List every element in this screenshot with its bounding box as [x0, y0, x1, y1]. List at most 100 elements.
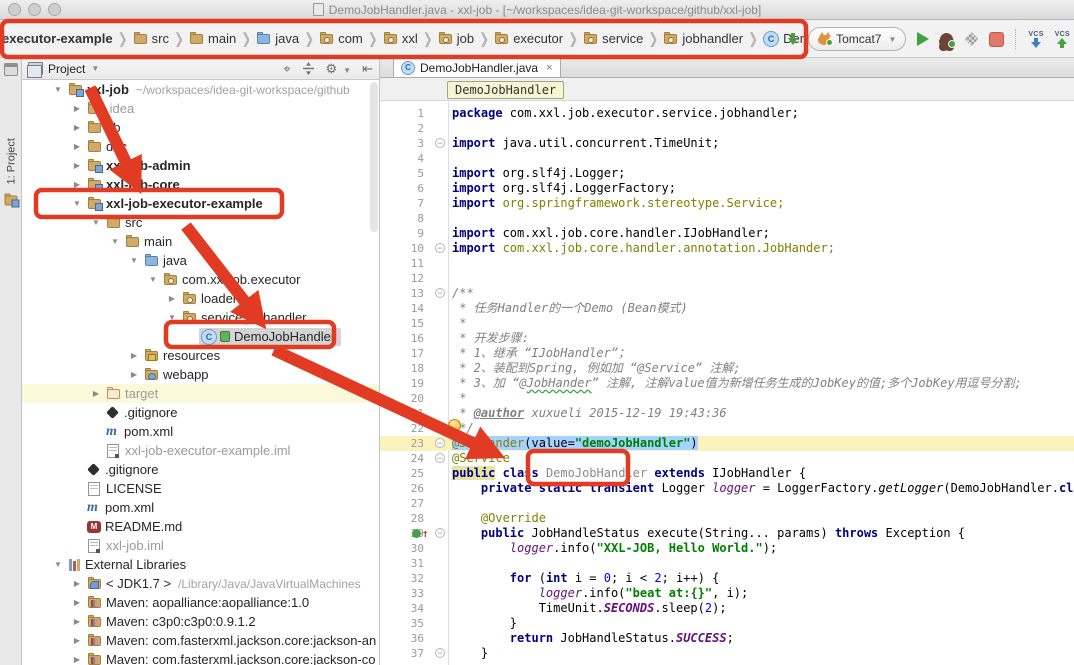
overriding-method-icon[interactable]: ↑ — [412, 527, 430, 540]
code-line-21[interactable]: 21 * @author xuxueli 2015-12-19 19:43:36 — [380, 406, 1074, 421]
tree-toggle-icon[interactable]: ▶ — [69, 579, 85, 588]
code-line-15[interactable]: 15 * — [380, 316, 1074, 331]
intention-bulb-icon[interactable] — [448, 419, 461, 432]
tree-toggle-icon[interactable]: ▶ — [69, 180, 85, 189]
code-line-4[interactable]: 4 — [380, 151, 1074, 166]
tree-toggle-icon[interactable]: ▼ — [50, 560, 66, 569]
chevron-down-icon[interactable]: ▼ — [91, 64, 99, 73]
code-line-28[interactable]: 28 @Override — [380, 511, 1074, 526]
tree-toggle-icon[interactable]: ▼ — [107, 237, 123, 246]
code-line-2[interactable]: 2 — [380, 121, 1074, 136]
code-line-27[interactable]: 27 — [380, 496, 1074, 511]
fold-marker-icon[interactable]: − — [435, 648, 445, 658]
tree-toggle-icon[interactable]: ▶ — [69, 104, 85, 113]
code-line-23[interactable]: 23−@JobHander(value="demoJobHandler") — [380, 436, 1074, 451]
tree-item-main[interactable]: ▼main — [22, 232, 379, 251]
hide-panel-button[interactable]: ⇤ — [362, 62, 373, 75]
tree-item-maven-c3p0-c3p0-0-9-1-2[interactable]: ▶Maven: c3p0:c3p0:0.9.1.2 — [22, 612, 379, 631]
settings-gear-button[interactable]: ⚙▼ — [326, 62, 352, 75]
tree-toggle-icon[interactable]: ▶ — [69, 161, 85, 170]
tree-toggle-icon[interactable]: ▶ — [69, 617, 85, 626]
tree-item-maven-aopalliance-aopalliance-1-0[interactable]: ▶Maven: aopalliance:aopalliance:1.0 — [22, 593, 379, 612]
tree-toggle-icon[interactable]: ▶ — [88, 389, 104, 398]
code-line-36[interactable]: 36 return JobHandleStatus.SUCCESS; — [380, 631, 1074, 646]
tree-item-webapp[interactable]: ▶webapp — [22, 365, 379, 384]
tree-toggle-icon[interactable]: ▶ — [69, 655, 85, 664]
fold-marker-icon[interactable]: − — [435, 138, 445, 148]
breadcrumb-item[interactable]: src — [133, 31, 169, 46]
tree-toggle-icon[interactable]: ▶ — [69, 598, 85, 607]
code-line-12[interactable]: 12 — [380, 271, 1074, 286]
tree-toggle-icon[interactable]: ▶ — [126, 370, 142, 379]
tree-item-xxl-job[interactable]: ▼xxl-job~/workspaces/idea-git-workspace/… — [22, 80, 379, 99]
run-configuration-select[interactable]: Tomcat7 ▼ — [808, 27, 906, 51]
breadcrumb-item[interactable]: service — [583, 31, 643, 46]
code-line-8[interactable]: 8 — [380, 211, 1074, 226]
tree-item--gitignore[interactable]: .gitignore — [22, 403, 379, 422]
tree-toggle-icon[interactable]: ▶ — [164, 294, 180, 303]
tree-item-maven-com-fasterxml-jackson-core-jackson-co[interactable]: ▶Maven: com.fasterxml.jackson.core:jacks… — [22, 650, 379, 665]
tree-item-external-libraries[interactable]: ▼External Libraries — [22, 555, 379, 574]
breadcrumb-item[interactable]: executor-example — [2, 31, 113, 46]
code-line-30[interactable]: 30 logger.info("XXL-JOB, Hello World."); — [380, 541, 1074, 556]
tree-item-loader[interactable]: ▶loader — [22, 289, 379, 308]
tree-toggle-icon[interactable]: ▼ — [88, 218, 104, 227]
close-tab-icon[interactable]: × — [546, 62, 552, 74]
fold-marker-icon[interactable]: − — [435, 453, 445, 463]
tree-toggle-icon[interactable]: ▶ — [69, 636, 85, 645]
stop-button[interactable] — [989, 32, 1004, 47]
tree-item--idea[interactable]: ▶.idea — [22, 99, 379, 118]
locate-file-button[interactable]: ⌖ — [283, 62, 290, 75]
green-down-arrow-icon[interactable] — [787, 32, 799, 46]
tree-item-maven-com-fasterxml-jackson-core-jackson-an[interactable]: ▶Maven: com.fasterxml.jackson.core:jacks… — [22, 631, 379, 650]
class-breadcrumb-chip[interactable]: DemoJobHandler — [447, 81, 564, 99]
run-button[interactable] — [917, 32, 929, 46]
tree-item-xxl-job-iml[interactable]: xxl-job.iml — [22, 536, 379, 555]
tree-toggle-icon[interactable]: ▼ — [69, 199, 85, 208]
code-line-13[interactable]: 13−/** — [380, 286, 1074, 301]
code-editor[interactable]: 1package com.xxl.job.executor.service.jo… — [380, 101, 1074, 665]
code-line-33[interactable]: 33 logger.info("beat at:{}", i); — [380, 586, 1074, 601]
code-line-25[interactable]: 25public class DemoJobHandler extends IJ… — [380, 466, 1074, 481]
code-line-32[interactable]: 32 for (int i = 0; i < 2; i++) { — [380, 571, 1074, 586]
tree-toggle-icon[interactable]: ▼ — [126, 256, 142, 265]
fold-marker-icon[interactable]: − — [435, 243, 445, 253]
breadcrumb-item[interactable]: jobhandler — [663, 31, 743, 46]
code-line-16[interactable]: 16 * 开发步骤: — [380, 331, 1074, 346]
code-line-17[interactable]: 17 * 1、继承 “IJobHandler”； — [380, 346, 1074, 361]
code-line-7[interactable]: 7import org.springframework.stereotype.S… — [380, 196, 1074, 211]
tree-toggle-icon[interactable]: ▶ — [126, 351, 142, 360]
debug-button[interactable] — [940, 33, 953, 46]
tree-item-src[interactable]: ▼src — [22, 213, 379, 232]
code-line-22[interactable]: 22 */ — [380, 421, 1074, 436]
tree-item-xxl-job-admin[interactable]: ▶xxl-job-admin — [22, 156, 379, 175]
code-line-24[interactable]: 24−@Service — [380, 451, 1074, 466]
tab-demojobhandler[interactable]: C DemoJobHandler.java × — [393, 57, 561, 77]
code-line-9[interactable]: 9import com.xxl.job.core.handler.IJobHan… — [380, 226, 1074, 241]
tree-item-license[interactable]: LICENSE — [22, 479, 379, 498]
tree-item-xxl-job-executor-example-iml[interactable]: xxl-job-executor-example.iml — [22, 441, 379, 460]
tree-item-resources[interactable]: ▶resources — [22, 346, 379, 365]
fold-marker-icon[interactable]: − — [435, 528, 445, 538]
tree-item--jdk1-7-[interactable]: ▶< JDK1.7 >/Library/Java/JavaVirtualMach… — [22, 574, 379, 593]
code-line-26[interactable]: 26 private static transient Logger logge… — [380, 481, 1074, 496]
breadcrumb-item[interactable]: java — [256, 31, 299, 46]
collapse-all-button[interactable] — [302, 62, 315, 75]
tree-item-pom-xml[interactable]: mpom.xml — [22, 498, 379, 517]
tree-item-target[interactable]: ▶target — [22, 384, 379, 403]
tree-item-db[interactable]: ▶db — [22, 118, 379, 137]
tree-toggle-icon[interactable]: ▶ — [69, 142, 85, 151]
tree-item-doc[interactable]: ▶doc — [22, 137, 379, 156]
breadcrumb-item[interactable]: main — [189, 31, 236, 46]
code-line-20[interactable]: 20 * — [380, 391, 1074, 406]
vcs-commit-button[interactable]: VCS — [1055, 31, 1070, 48]
tree-item-com-xxl-job-executor[interactable]: ▼com.xxl.job.executor — [22, 270, 379, 289]
tree-toggle-icon[interactable]: ▼ — [50, 85, 66, 94]
tree-item-demojobhandler[interactable]: CDemoJobHandler — [22, 327, 379, 346]
breadcrumb-item[interactable]: xxl — [383, 31, 418, 46]
tree-item-xxl-job-executor-example[interactable]: ▼xxl-job-executor-example — [22, 194, 379, 213]
breadcrumb-item[interactable]: job — [438, 31, 474, 46]
tree-toggle-icon[interactable]: ▶ — [69, 123, 85, 132]
tree-item--gitignore[interactable]: .gitignore — [22, 460, 379, 479]
code-line-10[interactable]: 10−import com.xxl.job.core.handler.annot… — [380, 241, 1074, 256]
